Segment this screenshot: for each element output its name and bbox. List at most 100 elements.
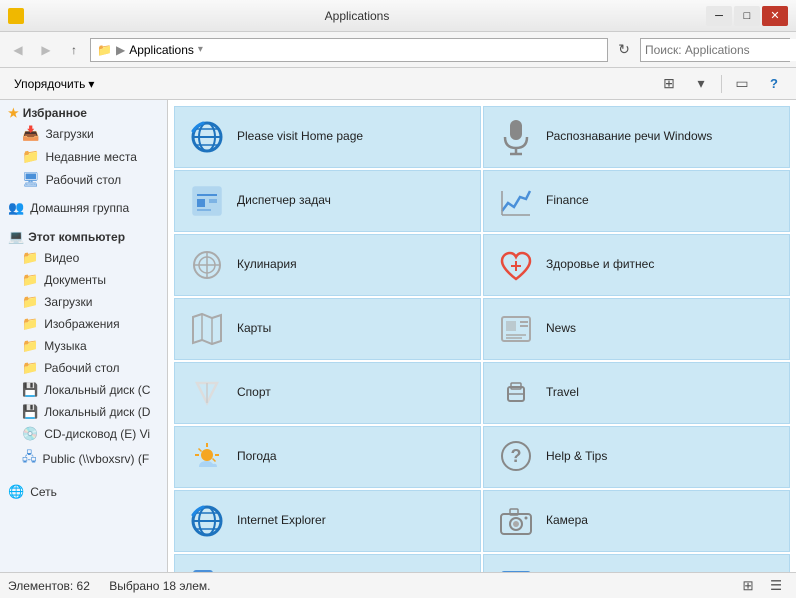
cooking-label: Кулинария [237, 257, 297, 273]
sidebar-item-localdisk-c[interactable]: 💾 Локальный диск (С [0, 379, 167, 401]
reader-icon [187, 565, 227, 572]
back-button[interactable]: ◀ [6, 38, 30, 62]
disk-d-icon: 💾 [22, 404, 38, 420]
toolbar-right: ⊞ ▾ ▭ ? [655, 72, 788, 96]
status-view-list-button[interactable]: ☰ [764, 575, 788, 597]
app-tile-news[interactable]: News [483, 298, 790, 360]
view-tiles-button[interactable]: ⊞ [655, 72, 683, 96]
app-grid: Please visit Home page Распознавание речи… [172, 104, 792, 572]
sidebar-item-downloads[interactable]: 📥 Загрузки [0, 122, 167, 145]
favorites-group[interactable]: ★ Избранное [0, 104, 167, 122]
camera-label: Камера [546, 513, 588, 529]
weather-label: Погода [237, 449, 277, 465]
thispc-group[interactable]: 💻 Этот компьютер [0, 227, 167, 247]
sport-label: Спорт [237, 385, 271, 401]
this-computer-icon [496, 565, 536, 572]
travel-icon [496, 373, 536, 413]
task-manager-label: Диспетчер задач [237, 193, 331, 209]
folder-video-icon: 📁 [22, 250, 38, 266]
status-info: Элементов: 62 Выбрано 18 элем. [8, 579, 211, 593]
sidebar-item-cddrive[interactable]: 💿 CD-дисковод (E) Vi [0, 423, 167, 445]
folder-icon: 📁 [97, 43, 112, 57]
sidebar-item-desktop2[interactable]: 📁 Рабочий стол [0, 357, 167, 379]
minimize-button[interactable]: ─ [706, 6, 732, 26]
app-tile-home-page[interactable]: Please visit Home page [174, 106, 481, 168]
sidebar: ★ Избранное 📥 Загрузки 📁 Недавние места … [0, 100, 168, 572]
forward-button[interactable]: ▶ [34, 38, 58, 62]
sidebar-item-localdisk-d[interactable]: 💾 Локальный диск (D [0, 401, 167, 423]
camera-icon [496, 501, 536, 541]
travel-label: Travel [546, 385, 579, 401]
sidebar-item-recent[interactable]: 📁 Недавние места [0, 145, 167, 168]
sidebar-item-desktop[interactable]: 🖥 Рабочий стол [0, 168, 167, 191]
home-page-icon [187, 117, 227, 157]
sidebar-item-documents[interactable]: 📁 Документы [0, 269, 167, 291]
folder-desktop-icon: 🖥 [22, 171, 40, 188]
star-icon: ★ [8, 106, 19, 120]
app-tile-help-tips[interactable]: ? Help & Tips [483, 426, 790, 488]
status-view-grid-button[interactable]: ⊞ [736, 575, 760, 597]
folder-documents-icon: 📁 [22, 272, 38, 288]
preview-pane-button[interactable]: ▭ [728, 72, 756, 96]
app-tile-task-manager[interactable]: Диспетчер задач [174, 170, 481, 232]
close-button[interactable]: ✕ [762, 6, 788, 26]
app-tile-maps[interactable]: Карты [174, 298, 481, 360]
folder-downloads2-icon: 📁 [22, 294, 38, 310]
help-tips-icon: ? [496, 437, 536, 477]
app-tile-this-computer[interactable]: Этот компьютер [483, 554, 790, 572]
thispc-section: 💻 Этот компьютер 📁 Видео 📁 Документы 📁 З… [0, 221, 167, 475]
sidebar-item-video[interactable]: 📁 Видео [0, 247, 167, 269]
internet-explorer-label: Internet Explorer [237, 513, 326, 529]
app-tile-weather[interactable]: Погода [174, 426, 481, 488]
maps-label: Карты [237, 321, 271, 337]
items-count: Элементов: 62 [8, 579, 90, 593]
app-tile-health-fitness[interactable]: Здоровье и фитнес [483, 234, 790, 296]
organize-button[interactable]: Упорядочить ▾ [8, 74, 100, 94]
sidebar-item-network-share[interactable]: 🖧 Public (\\vboxsrv) (F [0, 445, 167, 473]
view-dropdown-button[interactable]: ▾ [687, 72, 715, 96]
app-tile-finance[interactable]: Finance [483, 170, 790, 232]
app-tile-internet-explorer[interactable]: Internet Explorer [174, 490, 481, 552]
cooking-icon [187, 245, 227, 285]
pc-icon: 💻 [8, 229, 24, 245]
sidebar-item-downloads2[interactable]: 📁 Загрузки [0, 291, 167, 313]
maximize-button[interactable]: □ [734, 6, 760, 26]
speech-recognition-label: Распознавание речи Windows [546, 129, 712, 145]
main-layout: ★ Избранное 📥 Загрузки 📁 Недавние места … [0, 100, 796, 572]
content-area: Please visit Home page Распознавание речи… [168, 100, 796, 572]
homegroup-section: 👥 Домашняя группа [0, 191, 167, 221]
app-tile-travel[interactable]: Travel [483, 362, 790, 424]
search-input[interactable] [641, 39, 796, 61]
app-tile-reader[interactable]: Ридер [174, 554, 481, 572]
sidebar-item-images[interactable]: 📁 Изображения [0, 313, 167, 335]
network-icon: 🌐 [8, 484, 24, 500]
speech-recognition-icon [496, 117, 536, 157]
health-fitness-label: Здоровье и фитнес [546, 257, 654, 273]
help-button[interactable]: ? [760, 72, 788, 96]
title-bar-title: Applications [325, 9, 390, 23]
sidebar-item-homegroup[interactable]: 👥 Домашняя группа [0, 197, 167, 219]
help-tips-label: Help & Tips [546, 449, 607, 465]
app-tile-camera[interactable]: Камера [483, 490, 790, 552]
toolbar-separator [721, 75, 722, 93]
disk-c-icon: 💾 [22, 382, 38, 398]
weather-icon [187, 437, 227, 477]
folder-images-icon: 📁 [22, 316, 38, 332]
sport-icon [187, 373, 227, 413]
sidebar-item-network[interactable]: 🌐 Сеть [0, 481, 167, 503]
task-manager-icon [187, 181, 227, 221]
path-dropdown-icon[interactable]: ▾ [198, 44, 203, 55]
app-tile-sport[interactable]: Спорт [174, 362, 481, 424]
sidebar-item-music[interactable]: 📁 Музыка [0, 335, 167, 357]
app-tile-speech-recognition[interactable]: Распознавание речи Windows [483, 106, 790, 168]
network-share-icon: 🖧 [22, 448, 37, 470]
folder-recent-icon: 📁 [22, 148, 39, 165]
refresh-button[interactable]: ↻ [612, 38, 636, 62]
folder-desktop2-icon: 📁 [22, 360, 38, 376]
finance-label: Finance [546, 193, 589, 209]
up-button[interactable]: ↑ [62, 38, 86, 62]
folder-downloads-icon: 📥 [22, 125, 39, 142]
app-tile-cooking[interactable]: Кулинария [174, 234, 481, 296]
toolbar: Упорядочить ▾ ⊞ ▾ ▭ ? [0, 68, 796, 100]
status-view-controls: ⊞ ☰ [736, 575, 788, 597]
